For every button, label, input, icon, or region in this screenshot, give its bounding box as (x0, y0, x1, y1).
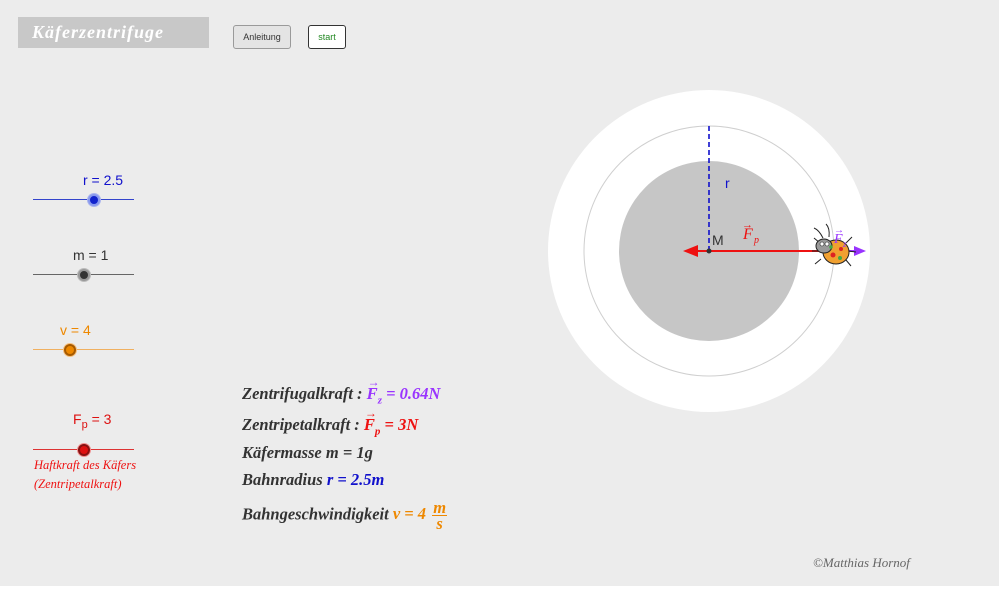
slider-m-label: m = 1 (73, 247, 109, 263)
center-label: M (712, 232, 724, 248)
haftkraft-caption: Haftkraft des Käfers (Zentripetalkraft) (34, 458, 137, 491)
slider-v-handle[interactable] (64, 344, 76, 356)
app-title: Käferzentrifuge (18, 17, 209, 48)
copyright: ©Matthias Hornof (813, 555, 910, 570)
svg-text:→: → (834, 225, 844, 236)
slider-r-label: r = 2.5 (83, 172, 124, 188)
svg-text:→: → (742, 219, 753, 231)
slider-r-track[interactable] (33, 199, 134, 200)
slider-v-track[interactable] (33, 349, 134, 350)
slider-r-handle[interactable] (88, 194, 100, 206)
slider-m-handle[interactable] (78, 269, 90, 281)
svg-text:p: p (753, 235, 759, 246)
svg-text:z: z (842, 239, 847, 249)
centrifuge-diagram: r M F p → F z → (548, 90, 870, 412)
start-button[interactable]: start (308, 25, 346, 49)
center-point (706, 248, 712, 254)
geogebra-canvas: Käferzentrifuge Anleitung start r = 2.5 … (0, 0, 999, 586)
slider-fp-label: Fp = 3 (73, 411, 112, 431)
bahnradius-text: Bahnradius r = 2.5m (242, 470, 385, 489)
zentrifugalkraft-text: Zentrifugalkraft : → Fz = 0.64N (242, 375, 441, 407)
slider-v-label: v = 4 (60, 322, 91, 338)
zentripetalkraft-text: Zentripetalkraft : → Fp = 3N (242, 406, 419, 438)
help-button[interactable]: Anleitung (233, 25, 291, 49)
kaefermasse-text: Käfermasse m = 1g (242, 443, 373, 462)
bahngeschwindigkeit-text: Bahngeschwindigkeit v = 4 m s (242, 498, 448, 533)
slider-fp-handle[interactable] (78, 444, 90, 456)
radius-label: r (725, 175, 730, 191)
